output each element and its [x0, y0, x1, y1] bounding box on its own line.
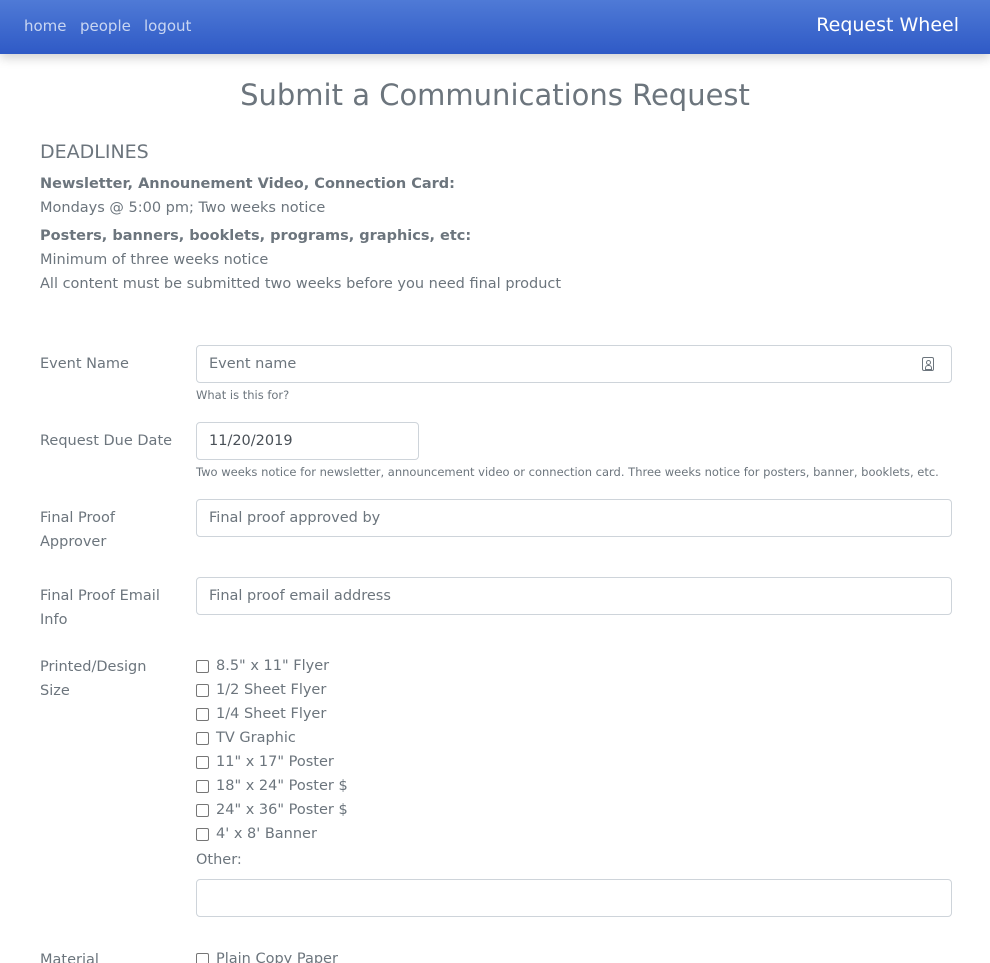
nav-link-logout[interactable]: logout	[144, 17, 191, 35]
checkbox[interactable]	[196, 683, 209, 697]
size-option[interactable]: 24" x 36" Poster $	[196, 799, 348, 821]
size-label: Printed/Design Size	[40, 659, 147, 699]
checkbox[interactable]	[196, 731, 209, 745]
page-title: Submit a Communications Request	[240, 78, 750, 112]
checkbox[interactable]	[196, 659, 209, 673]
size-option[interactable]: TV Graphic	[196, 727, 296, 749]
due-date-label: Request Due Date	[40, 433, 173, 449]
brand-name[interactable]: Request Wheel	[816, 14, 959, 36]
deadline-text: Minimum of three weeks notice	[40, 252, 269, 268]
deadline-title: Posters, banners, booklets, programs, gr…	[40, 228, 472, 244]
material-label: Material	[40, 952, 99, 963]
event-name-label: Event Name	[40, 356, 129, 372]
other-size-input[interactable]	[196, 879, 952, 917]
size-option[interactable]: 1/2 Sheet Flyer	[196, 679, 326, 701]
contact-card-icon[interactable]	[922, 357, 934, 371]
material-option[interactable]: Plain Copy Paper	[196, 948, 338, 963]
deadline-title: Newsletter, Announement Video, Connectio…	[40, 176, 455, 192]
checkbox[interactable]	[196, 707, 209, 721]
other-size-label: Other:	[196, 852, 242, 868]
checkbox[interactable]	[196, 803, 209, 817]
deadlines-heading: DEADLINES	[40, 141, 149, 163]
top-navbar: home people logout Request Wheel	[0, 0, 990, 54]
size-option[interactable]: 4' x 8' Banner	[196, 823, 317, 845]
email-label: Final Proof Email Info	[40, 588, 160, 628]
event-name-help: What is this for?	[196, 388, 290, 402]
size-option[interactable]: 11" x 17" Poster	[196, 751, 334, 773]
size-option[interactable]: 18" x 24" Poster $	[196, 775, 348, 797]
approver-input[interactable]	[196, 499, 952, 537]
checkbox[interactable]	[196, 952, 209, 963]
checkbox[interactable]	[196, 779, 209, 793]
nav-link-people[interactable]: people	[80, 17, 131, 35]
checkbox[interactable]	[196, 827, 209, 841]
email-input[interactable]	[196, 577, 952, 615]
checkbox[interactable]	[196, 755, 209, 769]
size-option[interactable]: 1/4 Sheet Flyer	[196, 703, 326, 725]
deadline-text: Mondays @ 5:00 pm; Two weeks notice	[40, 200, 326, 216]
event-name-input[interactable]	[196, 345, 952, 383]
nav-link-home[interactable]: home	[24, 17, 67, 35]
deadline-text: All content must be submitted two weeks …	[40, 276, 562, 292]
due-date-input[interactable]	[196, 422, 419, 460]
approver-label: Final Proof Approver	[40, 510, 116, 550]
due-date-help: Two weeks notice for newsletter, announc…	[196, 465, 939, 479]
size-option[interactable]: 8.5" x 11" Flyer	[196, 655, 329, 677]
